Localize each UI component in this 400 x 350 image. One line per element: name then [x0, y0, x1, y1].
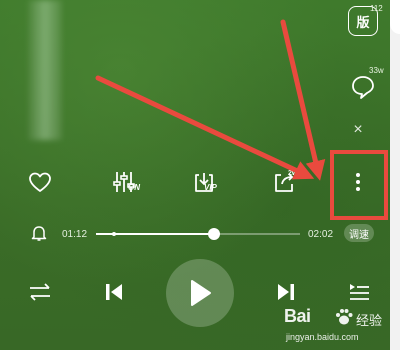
share-count: 2w — [288, 170, 298, 177]
speed-adjust-button[interactable]: 调速 — [344, 224, 374, 242]
play-icon — [191, 280, 211, 306]
paw-icon — [336, 309, 353, 325]
watermark-brand: Bai — [284, 306, 311, 326]
download-vip-badge: VIP — [204, 183, 217, 192]
comment-icon — [352, 76, 374, 99]
alarm-button[interactable] — [30, 224, 48, 242]
skip-next-icon — [278, 284, 294, 300]
play-mode-button[interactable] — [26, 280, 54, 304]
playlist-icon — [350, 284, 369, 300]
speed-adjust-label: 调速 — [349, 229, 369, 241]
watermark-suffix: 经验 — [356, 313, 383, 328]
watermark-url: jingyan.baidu.com — [286, 332, 359, 342]
playlist-button[interactable] — [346, 280, 372, 304]
comment-button[interactable] — [348, 72, 378, 102]
annotation-highlight-box — [330, 150, 388, 220]
comment-count: 33w — [369, 66, 384, 75]
sound-effect-button[interactable] — [106, 166, 142, 198]
screen-edge — [390, 0, 400, 350]
close-button[interactable]: × — [348, 120, 368, 140]
album-art-glare — [28, 0, 62, 140]
heart-icon — [29, 172, 51, 192]
download-button[interactable] — [186, 166, 222, 198]
total-time: 02:02 — [308, 229, 334, 240]
repeat-icon — [30, 283, 50, 301]
next-track-button[interactable] — [274, 280, 298, 304]
play-button[interactable] — [166, 259, 234, 327]
current-time: 01:12 — [62, 229, 88, 240]
progress-slider[interactable] — [96, 228, 300, 240]
skip-previous-icon — [106, 284, 122, 300]
progress-mark — [112, 232, 116, 236]
close-icon: × — [353, 121, 363, 138]
version-icon-glyph: 版 — [356, 14, 370, 30]
sound-effect-status: ON — [128, 183, 140, 192]
previous-track-button[interactable] — [102, 280, 126, 304]
bell-icon — [31, 226, 47, 241]
baidu-jingyan-watermark: Bai 经验 jingyan.baidu.com — [284, 306, 396, 348]
version-count: 112 — [370, 4, 383, 13]
like-button[interactable] — [22, 166, 58, 198]
